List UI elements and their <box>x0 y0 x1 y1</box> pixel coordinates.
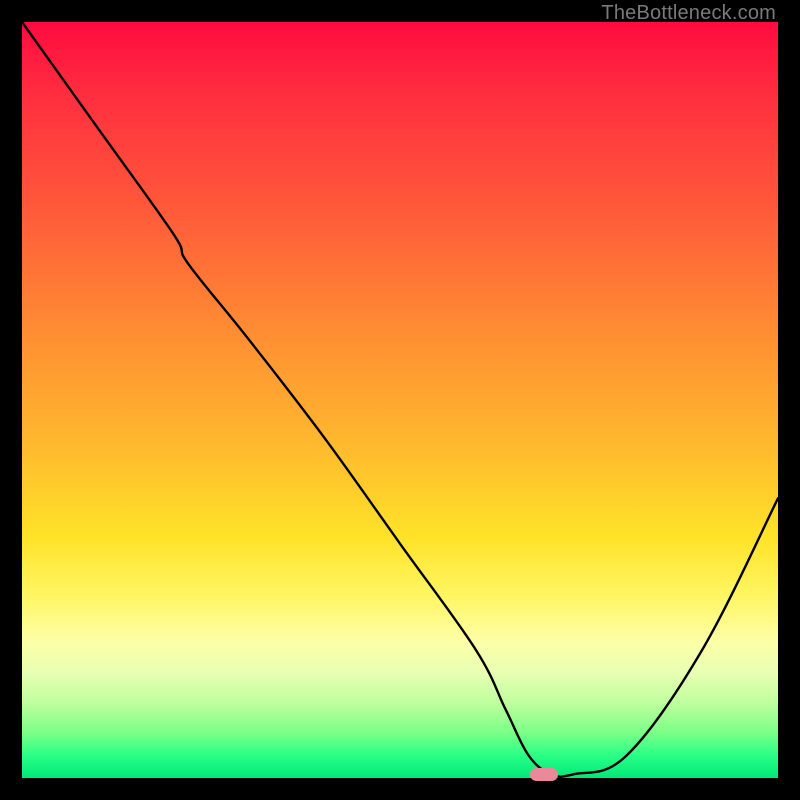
plot-area <box>22 22 778 778</box>
chart-frame: TheBottleneck.com <box>0 0 800 800</box>
optimal-marker <box>530 768 558 781</box>
bottleneck-curve <box>22 22 778 778</box>
curve-path <box>22 22 778 777</box>
